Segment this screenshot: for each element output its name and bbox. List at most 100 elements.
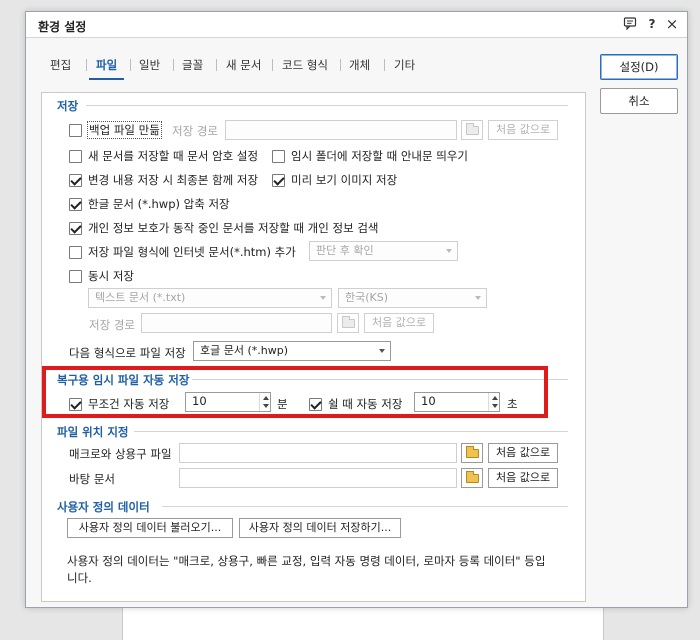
backup-path-reset-button[interactable]: 처음 값으로 <box>488 120 558 140</box>
comment-icon[interactable] <box>622 16 638 32</box>
simultaneous-path-input[interactable] <box>141 313 332 333</box>
simultaneous-format-select[interactable]: 텍스트 문서 (*.txt) <box>88 288 332 308</box>
backup-label: 백업 파일 만듦 <box>87 121 162 139</box>
minutes-unit: 분 <box>277 397 288 411</box>
internet-doc-select[interactable]: 판단 후 확인 <box>309 241 458 261</box>
password-option[interactable]: 새 문서를 저장할 때 문서 암호 설정 <box>69 148 258 164</box>
folder-icon <box>342 316 355 328</box>
desktop-doc-input[interactable] <box>179 468 457 488</box>
tab-object[interactable]: 개체 <box>349 57 370 73</box>
desktop-doc-reset-button[interactable]: 처음 값으로 <box>488 468 558 488</box>
tab-divider <box>216 59 217 71</box>
default-format-select[interactable]: 호글 문서 (*.hwp) <box>193 341 391 361</box>
folder-icon <box>466 471 479 483</box>
chevron-down-icon <box>446 249 452 253</box>
simultaneous-path-browse-button[interactable] <box>337 313 359 333</box>
simultaneous-save-checkbox[interactable] <box>69 269 82 283</box>
stepper-arrows[interactable] <box>259 393 270 411</box>
always-autosave-minutes-stepper[interactable]: 10 <box>185 392 271 412</box>
default-format-value: 호글 문서 (*.hwp) <box>200 344 289 357</box>
close-button[interactable]: × <box>664 16 680 32</box>
temp-folder-label: 임시 폴더에 저장할 때 안내문 띄우기 <box>291 149 468 163</box>
idle-autosave-checkbox[interactable] <box>309 397 322 411</box>
tab-divider <box>340 59 341 71</box>
tab-divider <box>173 59 174 71</box>
arrow-down-icon[interactable] <box>263 404 269 408</box>
tab-other[interactable]: 기타 <box>394 57 415 73</box>
arrow-up-icon[interactable] <box>492 396 498 400</box>
compress-option[interactable]: 한글 문서 (*.hwp) 압축 저장 <box>69 196 230 212</box>
group-title-autosave: 복구용 임시 파일 자동 저장 <box>57 373 190 387</box>
simultaneous-path-reset-button[interactable]: 처음 값으로 <box>364 313 434 333</box>
privacy-option[interactable]: 개인 정보 보호가 동작 중인 문서를 저장할 때 개인 정보 검색 <box>69 220 378 236</box>
macro-file-browse-button[interactable] <box>461 443 483 463</box>
chevron-down-icon <box>379 349 385 353</box>
idle-autosave-option[interactable]: 쉴 때 자동 저장 <box>309 396 402 412</box>
always-autosave-option[interactable]: 무조건 자동 저장 <box>69 396 169 412</box>
group-divider <box>162 506 568 507</box>
stepper-arrows[interactable] <box>488 393 499 411</box>
group-divider <box>192 379 568 380</box>
tab-code-format[interactable]: 코드 형식 <box>282 57 328 73</box>
arrow-down-icon[interactable] <box>492 404 498 408</box>
password-checkbox[interactable] <box>69 149 82 163</box>
internet-doc-select-value: 판단 후 확인 <box>316 244 374 257</box>
dialog-title: 환경 설정 <box>38 20 87 34</box>
tab-divider <box>384 59 385 71</box>
simultaneous-encoding-select[interactable]: 한국(KS) <box>338 288 487 308</box>
desktop-doc-browse-button[interactable] <box>461 468 483 488</box>
default-format-label: 다음 형식으로 파일 저장 <box>69 346 186 360</box>
save-changes-checkbox[interactable] <box>69 173 82 187</box>
tab-general[interactable]: 일반 <box>139 57 160 73</box>
preview-image-option[interactable]: 미리 보기 이미지 저장 <box>272 172 397 188</box>
group-divider <box>134 431 568 432</box>
macro-file-reset-button[interactable]: 처음 값으로 <box>488 443 558 463</box>
help-button[interactable]: ? <box>644 16 660 32</box>
tab-font[interactable]: 글꼴 <box>182 57 203 73</box>
internet-doc-option[interactable]: 저장 파일 형식에 인터넷 문서(*.htm) 추가 <box>69 244 296 260</box>
folder-icon <box>466 123 479 135</box>
idle-autosave-seconds-stepper[interactable]: 10 <box>414 392 500 412</box>
compress-label: 한글 문서 (*.hwp) 압축 저장 <box>88 197 230 211</box>
idle-autosave-value: 10 <box>421 394 436 408</box>
simultaneous-save-label: 동시 저장 <box>88 269 134 283</box>
save-user-data-button[interactable]: 사용자 정의 데이터 저장하기... <box>239 518 401 538</box>
tab-edit[interactable]: 편집 <box>50 57 71 73</box>
tab-new-document[interactable]: 새 문서 <box>226 57 261 73</box>
chevron-down-icon <box>320 296 326 300</box>
seconds-unit: 초 <box>507 397 518 411</box>
speech-bubble-icon <box>623 17 637 31</box>
simultaneous-path-label: 저장 경로 <box>89 318 135 332</box>
title-bar: 환경 설정 ? × <box>26 12 687 38</box>
always-autosave-checkbox[interactable] <box>69 397 82 411</box>
password-label: 새 문서를 저장할 때 문서 암호 설정 <box>88 149 259 163</box>
macro-file-input[interactable] <box>179 443 457 463</box>
preview-image-checkbox[interactable] <box>272 173 285 187</box>
backup-path-input[interactable] <box>225 120 457 140</box>
compress-checkbox[interactable] <box>69 197 82 211</box>
temp-folder-option[interactable]: 임시 폴더에 저장할 때 안내문 띄우기 <box>272 148 468 164</box>
load-user-data-button[interactable]: 사용자 정의 데이터 불러오기... <box>67 518 233 538</box>
internet-doc-label: 저장 파일 형식에 인터넷 문서(*.htm) 추가 <box>88 245 296 259</box>
desktop-doc-label: 바탕 문서 <box>69 472 115 486</box>
privacy-label: 개인 정보 보호가 동작 중인 문서를 저장할 때 개인 정보 검색 <box>88 221 379 235</box>
save-changes-option[interactable]: 변경 내용 저장 시 최종본 함께 저장 <box>69 172 258 188</box>
macro-file-label: 매크로와 상용구 파일 <box>69 447 172 461</box>
backup-path-label: 저장 경로 <box>172 124 218 138</box>
chevron-down-icon <box>475 296 481 300</box>
simultaneous-format-value: 텍스트 문서 (*.txt) <box>95 291 186 304</box>
group-title-user-data: 사용자 정의 데이터 <box>57 500 150 514</box>
simultaneous-save-option[interactable]: 동시 저장 <box>69 268 134 284</box>
active-tab-indicator <box>89 78 124 80</box>
arrow-up-icon[interactable] <box>263 396 269 400</box>
preview-image-label: 미리 보기 이미지 저장 <box>291 173 398 187</box>
backup-option[interactable]: 백업 파일 만듦 <box>69 121 162 139</box>
cancel-button[interactable]: 취소 <box>600 88 678 114</box>
ok-button[interactable]: 설정(D) <box>600 54 678 80</box>
tab-file[interactable]: 파일 <box>96 57 117 73</box>
privacy-checkbox[interactable] <box>69 221 82 235</box>
temp-folder-checkbox[interactable] <box>272 149 285 163</box>
internet-doc-checkbox[interactable] <box>69 245 82 259</box>
backup-path-browse-button[interactable] <box>461 120 483 140</box>
backup-checkbox[interactable] <box>69 123 82 137</box>
